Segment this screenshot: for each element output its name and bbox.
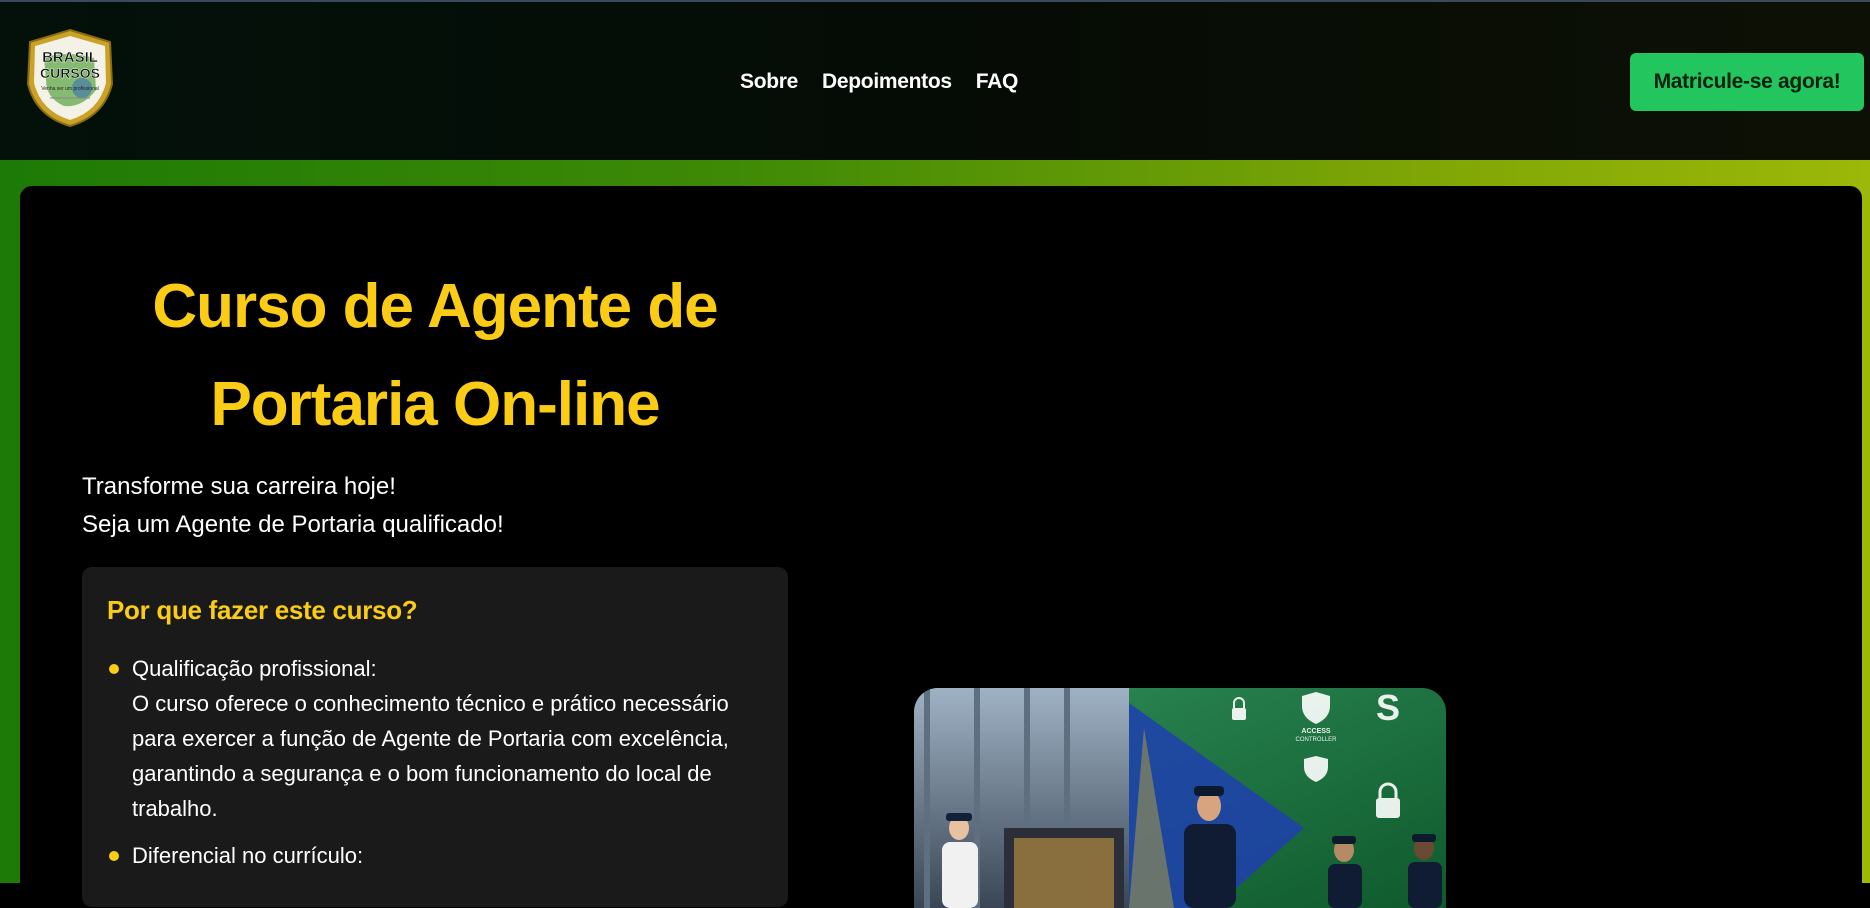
benefits-list: Qualificação profissional: O curso ofere… bbox=[107, 651, 767, 885]
why-course-heading: Por que fazer este curso? bbox=[107, 595, 418, 625]
brasil-cursos-logo[interactable]: BRASIL CURSOS Venha ser um profissional bbox=[24, 28, 116, 128]
nav-link-faq[interactable]: FAQ bbox=[976, 70, 1019, 94]
bullet-icon bbox=[109, 664, 119, 674]
nav-link-sobre[interactable]: Sobre bbox=[740, 70, 798, 94]
svg-text:BRASIL: BRASIL bbox=[42, 49, 98, 66]
security-agents-image: S ACCESS CONTROLLER bbox=[914, 688, 1446, 908]
benefit-text: O curso oferece o conhecimento técnico e… bbox=[132, 691, 729, 821]
list-item: Qualificação profissional: O curso ofere… bbox=[107, 651, 767, 826]
benefit-title: Qualificação profissional: bbox=[132, 656, 377, 681]
bullet-icon bbox=[109, 851, 119, 861]
svg-text:ACCESS: ACCESS bbox=[1301, 728, 1331, 735]
why-course-card: Por que fazer este curso? Qualificação p… bbox=[82, 567, 788, 907]
svg-text:CURSOS: CURSOS bbox=[40, 65, 100, 81]
svg-text:S: S bbox=[1376, 688, 1400, 728]
main-nav: Sobre Depoimentos FAQ bbox=[740, 70, 1018, 94]
site-header: BRASIL CURSOS Venha ser um profissional … bbox=[0, 2, 1870, 160]
page-title: Curso de Agente de Portaria On-line bbox=[152, 272, 718, 439]
svg-text:Venha ser um profissional: Venha ser um profissional bbox=[41, 86, 99, 92]
enroll-now-button[interactable]: Matricule-se agora! bbox=[1630, 53, 1864, 111]
svg-text:CONTROLLER: CONTROLLER bbox=[1295, 737, 1337, 743]
list-item: Diferencial no currículo: bbox=[107, 838, 767, 873]
benefit-title: Diferencial no currículo: bbox=[132, 843, 364, 868]
tagline-line-2: Seja um Agente de Portaria qualificado! bbox=[82, 511, 504, 538]
hero-tagline: Transforme sua carreira hoje! Seja um Ag… bbox=[82, 468, 504, 544]
nav-link-depoimentos[interactable]: Depoimentos bbox=[822, 70, 952, 94]
tagline-line-1: Transforme sua carreira hoje! bbox=[82, 473, 396, 500]
